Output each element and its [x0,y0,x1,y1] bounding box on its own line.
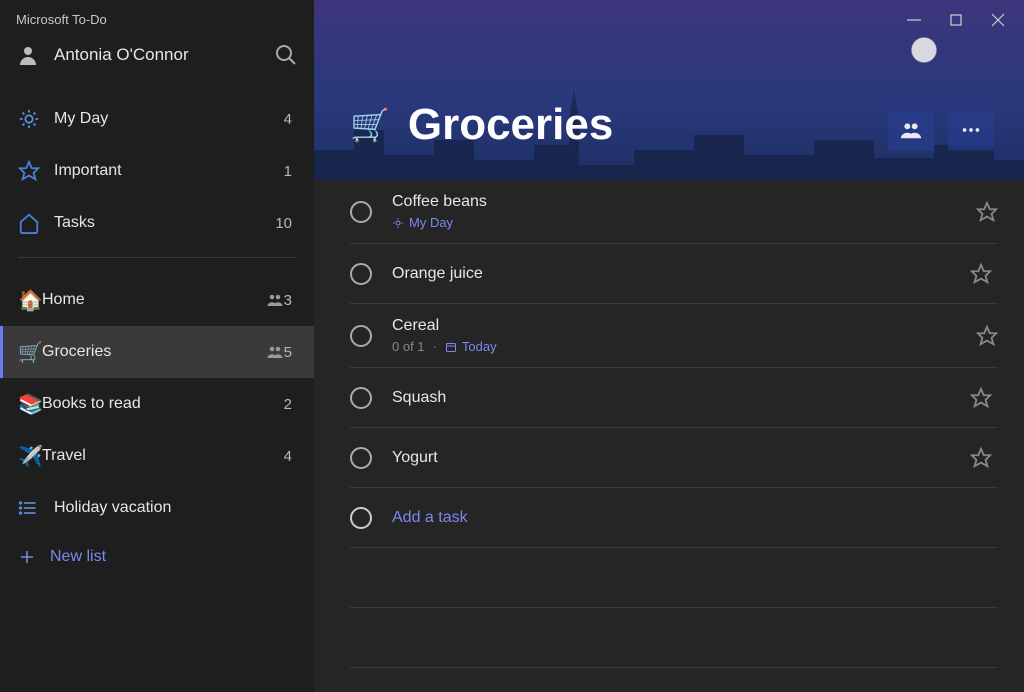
task-checkbox[interactable] [350,263,372,285]
app-title: Microsoft To-Do [0,12,314,35]
sidebar-item-label: Groceries [42,343,258,361]
star-icon[interactable] [970,447,992,469]
task-row[interactable]: Orange juice [350,244,998,304]
avatar-icon [16,43,40,67]
sidebar-item-important[interactable]: Important 1 [0,145,314,197]
new-list-label: New list [50,548,106,566]
task-title: Yogurt [392,449,970,467]
task-row[interactable]: Squash [350,368,998,428]
sidebar-item-count: 10 [275,215,296,232]
minimize-button[interactable] [904,10,924,30]
user-menu[interactable]: Antonia O'Connor [0,35,314,85]
star-icon [18,160,54,182]
user-name: Antonia O'Connor [54,45,189,65]
sidebar-item-label: Holiday vacation [54,499,296,517]
window-controls [888,0,1024,40]
sidebar-item-home[interactable]: 🏠 Home 3 [0,274,314,326]
sidebar-item-groceries[interactable]: 🛒 Groceries 5 [0,326,314,378]
sidebar-item-count: 5 [284,344,296,361]
books-emoji-icon: 📚 [18,392,42,417]
close-button[interactable] [988,10,1008,30]
sidebar: Microsoft To-Do Antonia O'Connor My Day … [0,0,314,692]
task-title: Cereal [392,317,976,335]
add-task-placeholder: Add a task [392,509,468,527]
star-icon[interactable] [976,325,998,347]
sidebar-item-count: 2 [284,396,296,413]
sidebar-item-label: Tasks [54,214,275,232]
task-title: Coffee beans [392,193,976,211]
task-checkbox[interactable] [350,447,372,469]
add-task-circle-icon [350,507,372,529]
task-checkbox[interactable] [350,201,372,223]
empty-row [350,608,998,668]
empty-row [350,548,998,608]
maximize-button[interactable] [946,10,966,30]
star-icon[interactable] [970,387,992,409]
task-title: Orange juice [392,265,970,283]
add-task-input[interactable]: Add a task [350,488,998,548]
list-icon [18,498,54,518]
share-button[interactable] [888,110,934,150]
sidebar-item-count: 3 [284,292,296,309]
sidebar-item-label: My Day [54,110,284,128]
search-icon[interactable] [274,43,298,67]
steps-badge: 0 of 1 [392,339,425,354]
sidebar-item-count: 1 [284,163,296,180]
sidebar-item-travel[interactable]: ✈️ Travel 4 [0,430,314,482]
sidebar-item-count: 4 [284,111,296,128]
star-icon[interactable] [970,263,992,285]
sidebar-item-tasks[interactable]: Tasks 10 [0,197,314,249]
star-icon[interactable] [976,201,998,223]
sidebar-item-books[interactable]: 📚 Books to read 2 [0,378,314,430]
more-options-button[interactable] [948,110,994,150]
new-list-button[interactable]: New list [0,534,314,580]
sidebar-item-myday[interactable]: My Day 4 [0,93,314,145]
task-list: Coffee beans My Day Orange juice [314,180,1024,692]
shared-icon [266,291,284,309]
list-title: Groceries [408,100,613,150]
sidebar-item-label: Home [42,291,258,309]
plus-icon [18,548,36,566]
cart-icon: 🛒 [350,106,390,144]
plane-emoji-icon: ✈️ [18,444,42,469]
sun-icon [18,108,54,130]
sidebar-item-holiday[interactable]: Holiday vacation [0,482,314,534]
task-checkbox[interactable] [350,325,372,347]
task-title: Squash [392,389,970,407]
task-row[interactable]: Coffee beans My Day [350,180,998,244]
due-badge: Today [445,339,497,354]
home-icon [18,212,54,234]
house-emoji-icon: 🏠 [18,288,42,313]
cart-emoji-icon: 🛒 [18,340,42,365]
people-icon [900,119,922,141]
main-panel: 🛒 Groceries Coffee beans My Day [314,0,1024,692]
sidebar-item-count: 4 [284,448,296,465]
sidebar-item-label: Important [54,162,284,180]
myday-badge: My Day [392,215,453,230]
divider [18,257,296,258]
shared-icon [266,343,284,361]
ellipsis-icon [960,119,982,141]
sidebar-item-label: Books to read [42,395,284,413]
task-checkbox[interactable] [350,387,372,409]
task-row[interactable]: Yogurt [350,428,998,488]
task-row[interactable]: Cereal 0 of 1 · Today [350,304,998,368]
sidebar-item-label: Travel [42,447,284,465]
